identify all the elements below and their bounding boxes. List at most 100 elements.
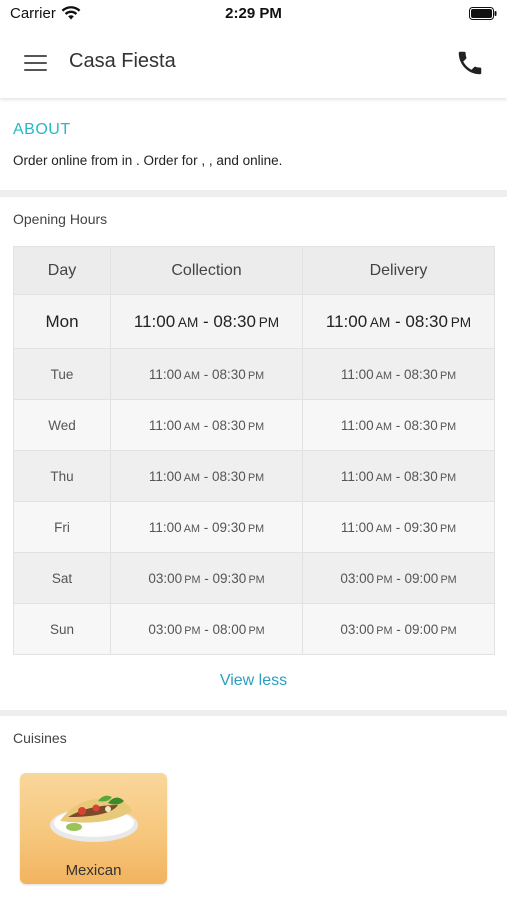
column-header-collection: Collection	[110, 246, 303, 295]
time-from: 11:00	[340, 366, 374, 382]
delivery-time-cell: 03:00 PM - 09:00 PM	[302, 552, 495, 604]
ampm-to: PM	[437, 420, 457, 433]
column-header-delivery: Delivery	[302, 246, 495, 295]
dash: -	[392, 621, 405, 637]
ampm-from: AM	[181, 471, 200, 484]
ampm-from: AM	[175, 314, 199, 330]
time-to: 08:30	[403, 417, 438, 433]
time-from: 11:00	[133, 311, 176, 331]
dash: -	[392, 570, 405, 586]
table-row: Sat 03:00 PM - 09:30 PM 03:00 PM - 09:00 P…	[13, 552, 495, 604]
collection-time-cell: 03:00 PM - 09:30 PM	[110, 552, 303, 604]
dash: -	[199, 468, 212, 484]
ampm-to: PM	[246, 573, 265, 586]
table-row: Mon 11:00 AM - 08:30 PM 11:00 AM - 08:30 P…	[13, 294, 495, 349]
collection-time-cell: 11:00 AM - 08:30 PM	[110, 348, 303, 400]
collection-time-cell: 11:00 AM - 08:30 PM	[110, 450, 303, 502]
dash: -	[391, 468, 404, 484]
ampm-from: AM	[181, 369, 200, 382]
status-bar: Carrier 2:29 PM	[0, 0, 507, 28]
delivery-time-cell: 11:00 AM - 08:30 PM	[302, 294, 495, 349]
column-header-day: Day	[13, 246, 111, 295]
time-from: 11:00	[148, 468, 182, 484]
dash: -	[391, 417, 404, 433]
time-from: 03:00	[340, 570, 375, 586]
table-header-row: Day Collection Delivery	[13, 246, 495, 295]
collection-time-cell: 11:00 AM - 08:30 PM	[110, 399, 303, 451]
time-to: 09:30	[403, 519, 438, 535]
time-from: 11:00	[325, 311, 368, 331]
section-divider	[0, 190, 507, 197]
ampm-from: AM	[367, 314, 391, 330]
collection-time-cell: 11:00 AM - 09:30 PM	[110, 501, 303, 553]
time-to: 08:30	[403, 468, 438, 484]
time-from: 03:00	[148, 621, 183, 637]
ampm-to: PM	[437, 471, 457, 484]
day-cell: Sat	[13, 552, 111, 604]
day-cell: Thu	[13, 450, 111, 502]
taco-plate-image	[50, 795, 138, 842]
delivery-time-cell: 11:00 AM - 08:30 PM	[302, 348, 495, 400]
time-from: 11:00	[340, 468, 374, 484]
ampm-to: PM	[437, 522, 457, 535]
ampm-to: PM	[438, 624, 457, 637]
ampm-to: PM	[447, 314, 472, 330]
section-divider	[0, 710, 507, 716]
ampm-from: AM	[373, 471, 392, 484]
table-row: Sun 03:00 PM - 08:00 PM 03:00 PM - 09:00 P…	[13, 603, 495, 655]
view-less-link[interactable]: View less	[0, 672, 507, 690]
day-cell: Tue	[13, 348, 111, 400]
day-cell: Fri	[13, 501, 111, 553]
about-heading: ABOUT	[13, 121, 71, 138]
battery-icon	[469, 7, 497, 20]
time-to: 09:30	[212, 570, 247, 586]
ampm-from: AM	[373, 522, 392, 535]
dash: -	[199, 519, 212, 535]
time-to: 08:30	[403, 366, 438, 382]
time-from: 03:00	[340, 621, 375, 637]
time-to: 08:30	[405, 311, 448, 331]
ampm-from: AM	[181, 522, 200, 535]
collection-time-cell: 03:00 PM - 08:00 PM	[110, 603, 303, 655]
dash: -	[200, 621, 213, 637]
day-cell: Wed	[13, 399, 111, 451]
table-row: Tue 11:00 AM - 08:30 PM 11:00 AM - 08:30 P…	[13, 348, 495, 400]
hamburger-icon[interactable]	[20, 48, 50, 78]
ampm-from: AM	[373, 420, 392, 433]
ampm-to: PM	[245, 369, 265, 382]
time-from: 11:00	[148, 366, 182, 382]
cuisines-heading: Cuisines	[13, 730, 67, 746]
ampm-to: PM	[255, 314, 280, 330]
time-from: 11:00	[340, 417, 374, 433]
ampm-from: AM	[373, 369, 392, 382]
time-to: 08:30	[211, 366, 246, 382]
delivery-time-cell: 11:00 AM - 08:30 PM	[302, 399, 495, 451]
ampm-to: PM	[245, 420, 265, 433]
dash: -	[391, 519, 404, 535]
delivery-time-cell: 03:00 PM - 09:00 PM	[302, 603, 495, 655]
ampm-from: PM	[182, 573, 201, 586]
ampm-to: PM	[437, 369, 457, 382]
time-from: 11:00	[148, 417, 182, 433]
cuisine-card-mexican[interactable]: Mexican	[20, 773, 167, 884]
ampm-from: PM	[374, 573, 393, 586]
time-to: 08:30	[213, 311, 256, 331]
dash: -	[390, 311, 406, 331]
opening-hours-heading: Opening Hours	[13, 211, 108, 227]
day-cell: Mon	[13, 294, 111, 349]
time-to: 08:30	[211, 417, 246, 433]
cuisine-label: Mexican	[65, 862, 122, 879]
ampm-from: PM	[374, 624, 393, 637]
restaurant-title: Casa Fiesta	[69, 50, 176, 72]
ampm-to: PM	[246, 624, 265, 637]
ampm-to: PM	[245, 522, 265, 535]
dash: -	[200, 570, 213, 586]
time-from: 11:00	[148, 519, 182, 535]
phone-icon[interactable]	[455, 48, 485, 78]
dash: -	[199, 417, 212, 433]
time-to: 08:00	[212, 621, 247, 637]
delivery-time-cell: 11:00 AM - 09:30 PM	[302, 501, 495, 553]
ampm-from: AM	[181, 420, 200, 433]
time-from: 11:00	[340, 519, 374, 535]
table-row: Thu 11:00 AM - 08:30 PM 11:00 AM - 08:30 P…	[13, 450, 495, 502]
